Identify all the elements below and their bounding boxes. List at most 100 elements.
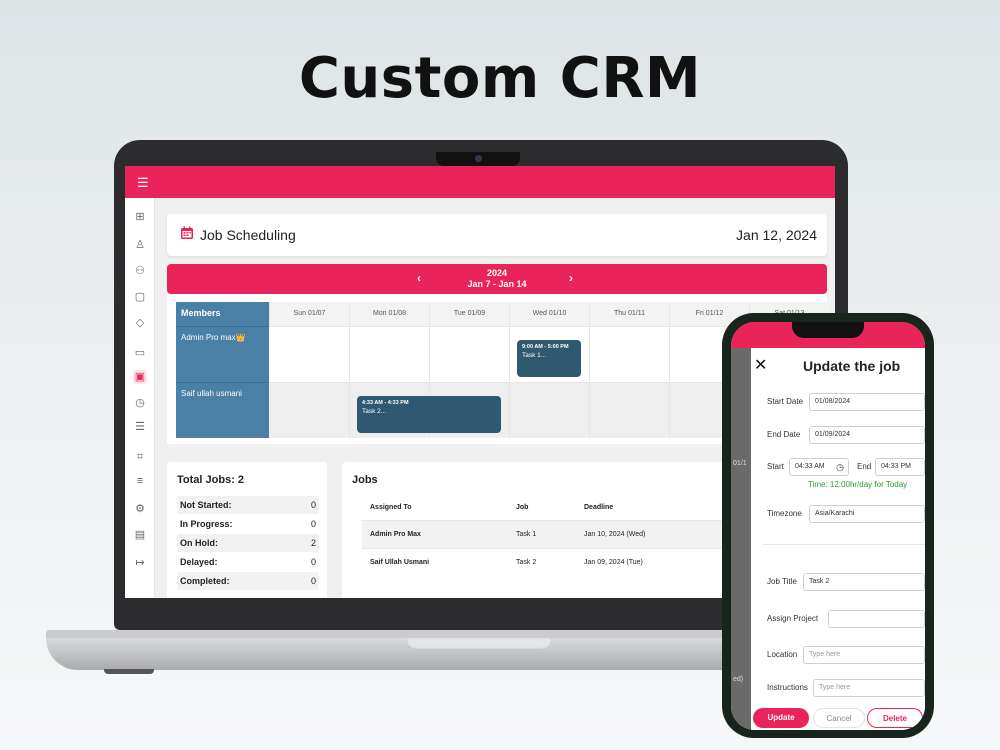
job-settings-icon[interactable]: ▤ — [133, 528, 147, 542]
list-icon[interactable]: ☰ — [133, 420, 147, 434]
members-header: Members — [176, 302, 269, 326]
status-label: Completed: — [180, 576, 230, 586]
status-row: Completed: 0 — [177, 572, 319, 590]
modal-title: Update the job — [803, 358, 901, 374]
status-label: Not Started: — [180, 500, 232, 510]
week-range: Jan 7 - Jan 14 — [467, 279, 527, 289]
logout-icon[interactable]: ↦ — [133, 556, 147, 570]
camera-icon — [475, 155, 482, 162]
week-navigator: ‹ 2024 Jan 7 - Jan 14 › — [167, 264, 827, 294]
event-title: Task 1... — [522, 352, 547, 359]
clock-icon: ◷ — [836, 462, 844, 472]
headline: Custom CRM — [298, 46, 702, 111]
start-time-label: Start — [767, 462, 784, 471]
status-label: On Hold: — [180, 538, 218, 548]
close-icon[interactable]: ✕ — [754, 355, 767, 375]
event-time: 9:00 AM - 5:00 PM — [522, 344, 569, 350]
assign-project-label: Assign Project — [767, 614, 819, 623]
menu-lines-icon[interactable]: ≡ — [133, 474, 147, 488]
deadline-cell: Jan 10, 2024 (Wed) — [584, 531, 646, 538]
event-time: 4:33 AM - 4:33 PM — [362, 400, 409, 406]
week-year: 2024 — [486, 268, 508, 278]
delete-button[interactable]: Delete — [867, 708, 923, 728]
event-task-2[interactable]: 4:33 AM - 4:33 PM Task 2... — [357, 396, 501, 433]
column-header: Job — [516, 504, 529, 511]
job-cell: Task 1 — [516, 531, 537, 538]
assigned-to-cell: Saif Ullah Usmani — [370, 559, 430, 566]
start-date-field[interactable]: 01/08/2024 — [809, 393, 925, 411]
status-count: 0 — [310, 576, 316, 586]
timezone-label: Timezone — [767, 509, 802, 518]
end-date-label: End Date — [767, 430, 801, 439]
team-icon[interactable]: ⚇ — [133, 264, 147, 278]
instructions-field[interactable]: Type here — [813, 679, 925, 697]
update-button[interactable]: Update — [753, 708, 809, 728]
sidebar: ⊞ ♙ ⚇ ▢ ◇ ▭ ▣ ◷ ☰ ⌗ ≡ ⚙ ▤ ↦ — [125, 198, 155, 598]
timezone-select[interactable]: Asia/Karachi — [809, 505, 925, 523]
status-row: In Progress: 0 — [177, 515, 319, 533]
total-jobs-title: Total Jobs: 2 — [177, 474, 245, 486]
tag-icon[interactable]: ◇ — [133, 316, 147, 330]
end-date-field[interactable]: 01/09/2024 — [809, 426, 925, 444]
deadline-cell: Jan 09, 2024 (Tue) — [584, 559, 643, 566]
job-scheduling-header: Job Scheduling Jan 12, 2024 — [167, 214, 827, 256]
column-header: Assigned To — [370, 504, 412, 511]
hamburger-menu-icon[interactable]: ☰ — [137, 175, 149, 191]
status-count: 0 — [310, 500, 316, 510]
location-label: Location — [767, 650, 798, 659]
time-note: Time: 12:00hr/day for Today — [808, 480, 908, 489]
status-row: Delayed: 0 — [177, 553, 319, 571]
event-task-1[interactable]: 9:00 AM - 5:00 PM Task 1... — [517, 340, 581, 377]
start-time-field[interactable]: 04:33 AM ◷ — [789, 458, 849, 476]
member-row-label: Admin Pro max👑 — [176, 326, 269, 382]
day-header: Tue 01/09 — [429, 302, 509, 326]
update-job-modal: ✕ Update the job Start Date 01/08/2024 E… — [751, 348, 925, 730]
end-time-field[interactable]: 04:33 PM — [875, 458, 925, 476]
location-field[interactable]: Type here — [803, 646, 925, 664]
member-row-label: Saif ullah usmani — [176, 382, 269, 438]
status-count: 0 — [310, 557, 316, 567]
job-schedule-icon[interactable]: ▣ — [133, 370, 147, 384]
phone-side-button — [930, 440, 933, 480]
cancel-button[interactable]: Cancel — [813, 708, 865, 728]
briefcase-icon[interactable]: ▭ — [133, 346, 147, 360]
start-date-label: Start Date — [767, 397, 804, 406]
start-time-value: 04:33 AM — [795, 463, 825, 470]
event-title: Task 2... — [362, 408, 387, 415]
status-row: Not Started: 0 — [177, 496, 319, 514]
laptop-groove — [406, 638, 552, 650]
chat-icon[interactable]: ▢ — [133, 290, 147, 304]
day-header: Mon 01/08 — [349, 302, 429, 326]
job-title-field[interactable]: Task 2 — [803, 573, 925, 591]
total-jobs-card: Total Jobs: 2 Not Started: 0 In Progress:… — [167, 462, 327, 598]
backdrop-date: 01/1 — [733, 460, 747, 467]
calendar-icon — [181, 226, 193, 239]
dashboard-icon[interactable]: ⊞ — [133, 210, 147, 224]
instructions-label: Instructions — [767, 683, 808, 692]
next-week-button[interactable]: › — [569, 271, 573, 285]
end-time-label: End — [857, 462, 872, 471]
scan-icon[interactable]: ⌗ — [133, 450, 147, 464]
job-title-label: Job Title — [767, 577, 797, 586]
clock-icon[interactable]: ◷ — [133, 396, 147, 410]
backdrop-text: ed) — [733, 676, 744, 683]
divider — [763, 544, 925, 545]
top-app-bar: ☰ — [125, 166, 835, 198]
day-header: Thu 01/11 — [589, 302, 669, 326]
laptop-foot — [104, 669, 154, 674]
day-header: Sun 01/07 — [269, 302, 349, 326]
status-label: In Progress: — [180, 519, 233, 529]
column-header: Deadline — [584, 504, 614, 511]
jobs-title: Jobs — [352, 474, 378, 486]
current-date: Jan 12, 2024 — [736, 227, 817, 243]
status-row: On Hold: 2 — [177, 534, 319, 552]
assigned-to-cell: Admin Pro Max — [370, 531, 421, 538]
day-header: Wed 01/10 — [509, 302, 589, 326]
phone-notch — [792, 322, 864, 338]
phone-backdrop — [731, 348, 751, 730]
user-icon[interactable]: ♙ — [133, 238, 147, 252]
assign-project-field[interactable] — [828, 610, 925, 628]
status-count: 0 — [310, 519, 316, 529]
settings-icon[interactable]: ⚙ — [133, 502, 147, 516]
status-count: 2 — [310, 538, 316, 548]
